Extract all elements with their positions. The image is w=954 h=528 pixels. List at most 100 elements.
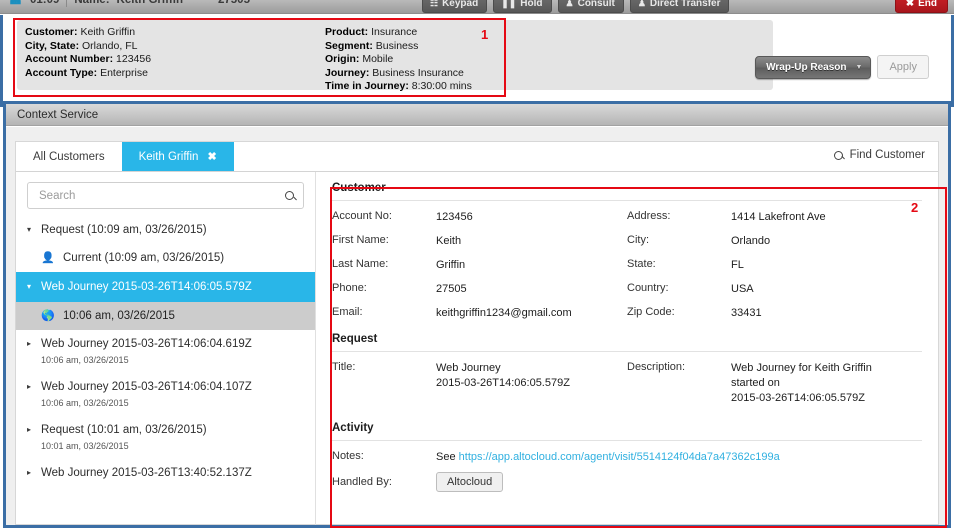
handled-by-tag[interactable]: Altocloud	[436, 472, 504, 492]
divider	[66, 0, 68, 7]
chevron-right-icon[interactable]: ▸	[27, 423, 41, 434]
field-label: Last Name:	[332, 258, 389, 270]
tree-item-label: Web Journey 2015-03-26T14:06:04.107Z	[41, 381, 252, 393]
keypad-button[interactable]: ☷ Keypad	[422, 0, 488, 13]
pause-icon: ❚❚	[501, 0, 517, 8]
value-product: Insurance	[371, 26, 418, 38]
phone-icon: ☎	[8, 0, 23, 7]
tab-all-customers-label: All Customers	[33, 150, 105, 163]
activity-visit-link[interactable]: https://app.altocloud.com/agent/visit/55…	[459, 451, 780, 463]
caller-number: 27505	[217, 0, 250, 6]
label-account-type: Account Type:	[25, 66, 98, 79]
detail-row: Title: Web Journey 2015-03-26T14:06:05.5…	[332, 352, 922, 406]
label-origin: Origin:	[325, 53, 360, 66]
chevron-right-icon[interactable]: ▸	[27, 380, 41, 391]
field-zip-code: Zip Code: 33431	[627, 306, 922, 321]
tree-item-subtitle: 10:06 am, 03/26/2015	[41, 398, 129, 408]
field-account-no: Account No: 123456	[332, 210, 627, 225]
apply-button[interactable]: Apply	[877, 55, 929, 79]
tree-item-label: Request (10:09 am, 03/26/2015)	[41, 224, 207, 236]
value-account-number: 123456	[116, 53, 152, 66]
call-info: ☎ 01:09 Name: Keith Griffin 27505	[8, 0, 250, 7]
search-box[interactable]	[27, 182, 304, 209]
field-label: Country:	[627, 282, 669, 294]
customer-section-title: Customer	[332, 182, 922, 201]
direct-transfer-button[interactable]: ♟ Direct Transfer	[629, 0, 730, 13]
chevron-down-icon[interactable]: ▾	[27, 223, 41, 234]
field-time-in-journey: Time in Journey: 8:30:00 mins	[325, 80, 472, 94]
activity-section-title: Activity	[332, 422, 922, 441]
chevron-right-icon[interactable]: ▸	[27, 466, 41, 477]
field-request-description: Description: Web Journey for Keith Griff…	[627, 361, 922, 406]
field-country: Country: USA	[627, 282, 922, 297]
label-product: Product:	[325, 26, 369, 38]
direct-transfer-label: Direct Transfer	[649, 0, 721, 9]
field-state: State: FL	[627, 258, 922, 273]
label-account-number: Account Number:	[25, 53, 114, 66]
field-value: 27505	[436, 283, 467, 295]
person-icon: ♟	[565, 0, 574, 8]
globe-icon: 🌎	[41, 310, 55, 322]
find-customer-label: Find Customer	[849, 149, 925, 161]
value-customer: Keith Griffin	[80, 26, 136, 38]
detail-row: Notes: See https://app.altocloud.com/age…	[332, 441, 922, 465]
chevron-right-icon[interactable]: ▸	[27, 337, 41, 348]
find-customer-button[interactable]: Find Customer	[833, 149, 925, 161]
tree-item-web-journey-child[interactable]: 🌎 10:06 am, 03/26/2015	[16, 302, 315, 330]
caller-name-value: Keith Griffin	[116, 0, 183, 6]
field-label: First Name:	[332, 234, 389, 246]
field-value: Griffin	[436, 259, 466, 271]
field-product: Product: Insurance	[325, 26, 472, 40]
journey-tree-column: ▾ Request (10:09 am, 03/26/2015) 👤 Curre…	[16, 172, 316, 525]
consult-button[interactable]: ♟ Consult	[557, 0, 624, 13]
apply-label: Apply	[889, 61, 917, 73]
field-city-state: City, State: Orlando, FL	[25, 40, 325, 54]
context-service-gadget: Context Service All Customers Keith Grif…	[3, 104, 951, 528]
tab-all-customers[interactable]: All Customers	[16, 142, 122, 171]
tree-item-web-journey-107[interactable]: ▸ Web Journey 2015-03-26T14:06:04.107Z 1…	[16, 373, 315, 416]
value-segment: Business	[375, 39, 419, 52]
tree-item-label: 10:06 am, 03/26/2015	[63, 310, 175, 322]
field-account-type: Account Type: Enterprise	[25, 67, 325, 81]
request-section-title: Request	[332, 333, 922, 352]
field-value: Keith	[436, 235, 462, 247]
keypad-label: Keypad	[442, 0, 479, 9]
notes-prefix: See	[436, 451, 456, 463]
tree-item-request-1001[interactable]: ▸ Request (10:01 am, 03/26/2015) 10:01 a…	[16, 416, 315, 459]
tree-item-subtitle: 10:06 am, 03/26/2015	[41, 355, 129, 365]
transfer-person-icon: ♟	[637, 0, 646, 8]
tab-keith-griffin[interactable]: Keith Griffin ✖	[121, 142, 234, 171]
label-segment: Segment:	[325, 39, 373, 52]
detail-row: Email: keithgriffin1234@gmail.com Zip Co…	[332, 297, 922, 321]
field-city: City: Orlando	[627, 234, 922, 249]
chevron-down-icon[interactable]: ▾	[27, 280, 41, 291]
field-label: Phone:	[332, 282, 367, 294]
end-call-label: End	[918, 0, 937, 9]
annotation-number-2: 2	[911, 200, 919, 215]
hold-button[interactable]: ❚❚ Hold	[493, 0, 552, 13]
tree-item-current[interactable]: 👤 Current (10:09 am, 03/26/2015)	[16, 244, 315, 272]
call-timer: 01:09	[29, 0, 60, 6]
detail-row: Last Name: Griffin State: FL	[332, 249, 922, 273]
close-icon[interactable]: ✖	[207, 150, 216, 163]
wrapup-reason-label: Wrap-Up Reason	[766, 61, 847, 73]
search-icon[interactable]	[285, 191, 294, 200]
label-journey: Journey:	[325, 66, 370, 79]
field-account-number: Account Number: 123456	[25, 53, 325, 67]
tree-item-web-journey-selected[interactable]: ▾ Web Journey 2015-03-26T14:06:05.579Z	[16, 272, 315, 302]
field-value: FL	[731, 259, 744, 271]
tree-item-web-journey-619[interactable]: ▸ Web Journey 2015-03-26T14:06:04.619Z 1…	[16, 330, 315, 373]
field-label: State:	[627, 258, 656, 270]
person-icon: 👤	[41, 252, 55, 264]
tree-item-label: Web Journey 2015-03-26T14:06:05.579Z	[41, 281, 252, 293]
wrapup-reason-dropdown[interactable]: Wrap-Up Reason ▼	[755, 55, 872, 79]
search-input[interactable]	[37, 188, 267, 203]
end-call-button[interactable]: ✖ End	[894, 0, 948, 13]
call-context-left-column: Customer: Keith Griffin City, State: Orl…	[25, 26, 325, 94]
tree-item-request-1009[interactable]: ▾ Request (10:09 am, 03/26/2015)	[16, 216, 315, 244]
gadget-body: All Customers Keith Griffin ✖ Find Custo…	[6, 127, 948, 525]
field-last-name: Last Name: Griffin	[332, 258, 627, 273]
tree-item-web-journey-137[interactable]: ▸ Web Journey 2015-03-26T13:40:52.137Z	[16, 459, 315, 487]
